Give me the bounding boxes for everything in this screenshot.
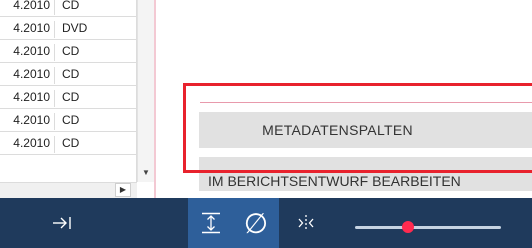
scroll-right-button[interactable]: ▶ xyxy=(115,183,131,197)
date-cell: 4.2010 xyxy=(0,67,55,84)
list-row[interactable]: 4.2010 CD xyxy=(0,132,136,155)
list-row[interactable]: 4.2010 CD xyxy=(0,63,136,86)
edit-in-report-draft-button[interactable]: IM BERICHTSENTWURF BEARBEITEN xyxy=(199,157,532,191)
vertical-scrollbar[interactable] xyxy=(137,0,154,182)
data-list: 4.2010 CD 4.2010 DVD 4.2010 CD 4.2010 CD… xyxy=(0,0,156,198)
date-cell: 4.2010 xyxy=(0,44,55,61)
list-row[interactable]: 4.2010 CD xyxy=(0,40,136,63)
fit-height-icon xyxy=(201,212,220,234)
panel-edge xyxy=(154,0,156,198)
arrow-to-right-icon xyxy=(53,217,71,229)
list-row[interactable]: 4.2010 CD xyxy=(0,0,136,17)
date-cell: 4.2010 xyxy=(0,90,55,107)
no-fit-button[interactable]: ∅ xyxy=(233,198,279,248)
fit-height-button[interactable] xyxy=(188,198,233,248)
empty-set-icon: ∅ xyxy=(243,206,269,240)
media-cell: DVD xyxy=(62,21,88,35)
metadata-columns-button[interactable]: METADATENSPALTEN xyxy=(199,112,532,148)
list-row[interactable]: 4.2010 CD xyxy=(0,86,136,109)
date-cell: 4.2010 xyxy=(0,0,55,15)
scroll-down-button[interactable]: ▼ xyxy=(137,164,154,181)
media-cell: CD xyxy=(62,136,80,150)
media-cell: CD xyxy=(62,0,80,12)
media-cell: CD xyxy=(62,67,80,81)
media-cell: CD xyxy=(62,44,80,58)
split-columns-icon xyxy=(298,215,314,231)
date-cell: 4.2010 xyxy=(0,21,55,38)
date-cell: 4.2010 xyxy=(0,113,55,130)
collapse-panel-button[interactable] xyxy=(42,198,82,248)
bottom-toolbar: ∅ xyxy=(0,198,532,248)
list-row[interactable]: 4.2010 DVD xyxy=(0,17,136,40)
list-row[interactable]: 4.2010 CD xyxy=(0,109,136,132)
media-cell: CD xyxy=(62,113,80,127)
media-cell: CD xyxy=(62,90,80,104)
split-view-button[interactable] xyxy=(288,198,324,248)
date-cell: 4.2010 xyxy=(0,136,55,153)
zoom-slider-thumb[interactable] xyxy=(401,221,414,233)
zoom-slider-track[interactable] xyxy=(355,226,501,229)
separator-line xyxy=(200,102,532,103)
